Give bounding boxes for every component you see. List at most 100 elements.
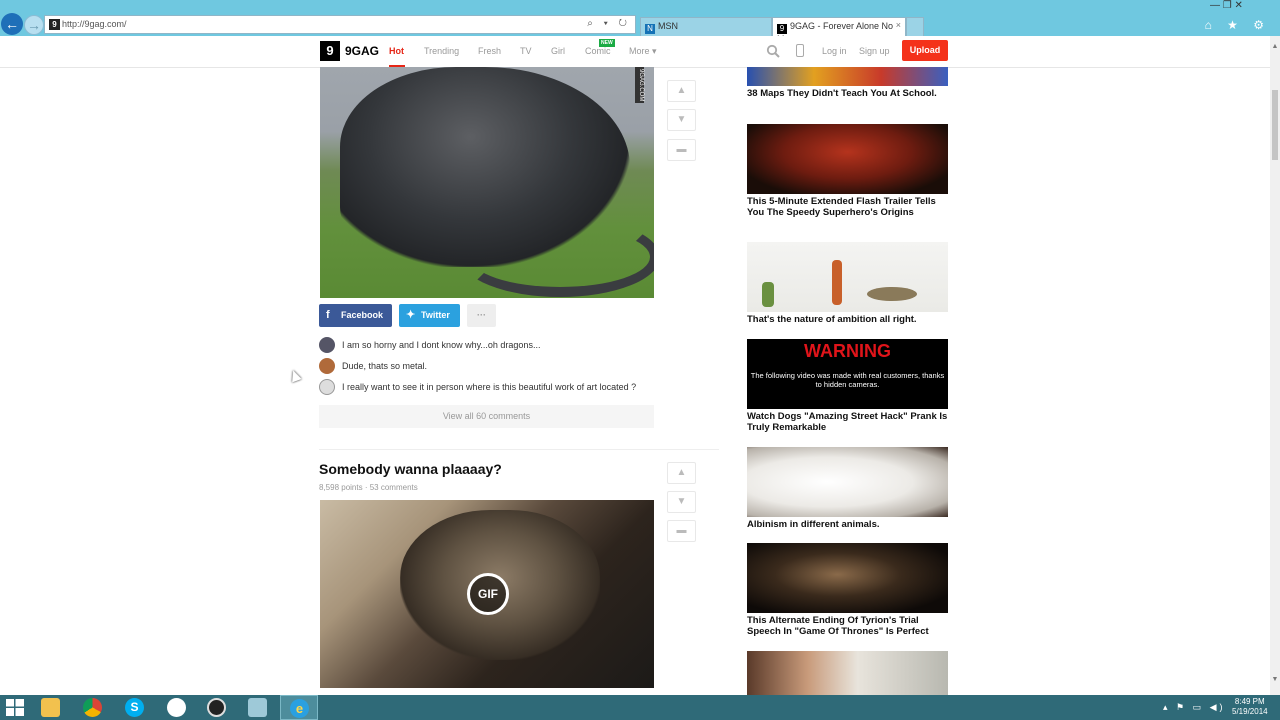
facebook-share-button[interactable]: f Facebook <box>319 304 392 327</box>
9gag-tab-icon: 9 <box>777 24 787 34</box>
chrome-button[interactable] <box>74 695 112 720</box>
post-meta: 8,598 points · 53 comments <box>319 483 418 492</box>
post-comments-count[interactable]: 53 comments <box>370 483 418 492</box>
mouse-cursor-icon <box>288 368 302 383</box>
file-explorer-button[interactable] <box>32 695 70 720</box>
sidebar-caption[interactable]: This 5-Minute Extended Flash Trailer Tel… <box>747 196 952 218</box>
facebook-icon: f <box>326 309 330 321</box>
nav-hot[interactable]: Hot <box>389 46 404 56</box>
nav-tv[interactable]: TV <box>520 46 532 56</box>
back-button[interactable]: ← <box>1 13 23 35</box>
comment-button[interactable]: ▬ <box>667 520 696 542</box>
comic-figure <box>762 282 774 307</box>
new-tab-button[interactable] <box>906 17 924 36</box>
skype-icon: S <box>125 698 144 717</box>
app-icon <box>167 698 186 717</box>
upvote-button[interactable]: ▲ <box>667 80 696 102</box>
post-title[interactable]: Somebody wanna plaaaay? <box>319 461 502 477</box>
app-button[interactable] <box>239 695 277 720</box>
address-url[interactable]: http://9gag.com/ <box>62 19 127 29</box>
site-logo-text[interactable]: 9GAG <box>345 44 379 58</box>
scrollbar-thumb[interactable] <box>1272 90 1278 160</box>
system-tray-icons[interactable]: ▴ ⚑ ▭ ◀) <box>1163 702 1226 713</box>
comment-button[interactable]: ▬ <box>667 139 696 161</box>
comic-figure <box>832 260 842 305</box>
sidebar-caption[interactable]: Watch Dogs "Amazing Street Hack" Prank I… <box>747 411 952 433</box>
comic-animal <box>867 287 917 301</box>
sidebar-thumbnail[interactable] <box>747 447 948 517</box>
internet-explorer-icon: e <box>290 699 309 718</box>
nav-girl[interactable]: Girl <box>551 46 565 56</box>
upvote-button[interactable]: ▲ <box>667 462 696 484</box>
sidebar-caption[interactable]: This Alternate Ending Of Tyrion's Trial … <box>747 615 952 637</box>
meta-separator: · <box>364 483 368 492</box>
upload-button[interactable]: Upload <box>902 40 948 61</box>
comment-text: I really want to see it in person where … <box>342 382 637 392</box>
clock-date: 5/19/2014 <box>1232 707 1268 716</box>
sidebar-thumbnail[interactable] <box>747 651 948 695</box>
avatar[interactable] <box>319 337 335 353</box>
view-all-comments-button[interactable]: View all 60 comments <box>319 405 654 428</box>
window-controls[interactable]: — ❐ ✕ <box>1210 0 1243 11</box>
login-link[interactable]: Log in <box>822 46 847 56</box>
sidebar-caption[interactable]: Albinism in different animals. <box>747 519 952 530</box>
forward-button[interactable]: → <box>24 15 44 35</box>
dragon-tail <box>460 217 654 297</box>
comment-text: I am so horny and I dont know why...oh d… <box>342 340 541 350</box>
address-tools[interactable]: ⌕ ▾ ↻ <box>587 18 631 29</box>
9gag-logo-icon[interactable]: 9 <box>320 41 340 61</box>
obs-button[interactable] <box>198 695 236 720</box>
clock[interactable]: 8:49 PM 5/19/2014 <box>1232 697 1268 717</box>
sidebar-thumbnail[interactable]: WARNING The following video was made wit… <box>747 339 948 409</box>
downvote-button[interactable]: ▼ <box>667 491 696 513</box>
address-bar[interactable]: 9 http://9gag.com/ ⌕ ▾ ↻ <box>44 15 636 34</box>
sidebar-thumbnail[interactable] <box>747 124 948 194</box>
nav-more[interactable]: More ▾ <box>629 46 657 57</box>
gif-play-button[interactable]: GIF <box>467 573 509 615</box>
post-image-dragon-sculpture[interactable]: 9GAG.COM <box>320 67 654 298</box>
twitter-icon: ✦ <box>406 309 416 321</box>
avatar[interactable] <box>319 379 335 395</box>
site-header: 9 9GAG Hot Trending Fresh TV Girl Comic … <box>0 36 1270 68</box>
post-points[interactable]: 8,598 points <box>319 483 363 492</box>
scroll-up-icon[interactable]: ▲ <box>1270 43 1280 53</box>
signup-link[interactable]: Sign up <box>859 46 890 56</box>
twitter-share-button[interactable]: ✦ Twitter <box>399 304 460 327</box>
tab-label: MSN <box>658 21 678 31</box>
browser-toolbar-icons[interactable]: ⌂ ★ ⚙ <box>1205 18 1270 32</box>
sidebar-caption[interactable]: 38 Maps They Didn't Teach You At School. <box>747 88 952 99</box>
scroll-down-icon[interactable]: ▼ <box>1270 676 1280 686</box>
internet-explorer-button[interactable]: e <box>280 695 318 720</box>
nav-comic[interactable]: Comic <box>585 46 611 56</box>
chrome-icon <box>83 698 102 717</box>
twitter-label: Twitter <box>421 310 450 320</box>
avatar[interactable] <box>319 358 335 374</box>
new-badge: NEW <box>599 39 615 47</box>
warning-text: The following video was made with real c… <box>750 371 945 389</box>
clock-time: 8:49 PM <box>1234 697 1265 706</box>
sidebar-thumbnail[interactable] <box>747 67 948 86</box>
search-icon[interactable] <box>766 44 780 58</box>
post-divider <box>319 449 719 450</box>
sidebar-thumbnail[interactable] <box>747 242 948 312</box>
windows-icon <box>6 699 24 716</box>
obs-icon <box>207 698 226 717</box>
more-share-button[interactable]: ··· <box>467 304 496 327</box>
comment-text: Dude, thats so metal. <box>342 361 428 371</box>
close-tab-icon[interactable]: × <box>896 20 901 30</box>
mobile-icon[interactable] <box>796 44 804 57</box>
site-favicon: 9 <box>49 19 60 30</box>
skype-button[interactable]: S <box>116 695 154 720</box>
app-button[interactable] <box>158 695 196 720</box>
nav-fresh[interactable]: Fresh <box>478 46 501 56</box>
watermark: 9GAG.COM <box>635 67 644 103</box>
tab-9gag[interactable]: 99GAG - Forever Alone No M... × <box>772 17 906 44</box>
warning-title: WARNING <box>804 341 891 361</box>
facebook-label: Facebook <box>341 310 384 320</box>
tab-msn[interactable]: N MSN <box>640 17 772 36</box>
nav-trending[interactable]: Trending <box>424 46 459 56</box>
msn-icon: N <box>645 24 655 34</box>
downvote-button[interactable]: ▼ <box>667 109 696 131</box>
sidebar-caption[interactable]: That's the nature of ambition all right. <box>747 314 952 325</box>
sidebar-thumbnail[interactable] <box>747 543 948 613</box>
